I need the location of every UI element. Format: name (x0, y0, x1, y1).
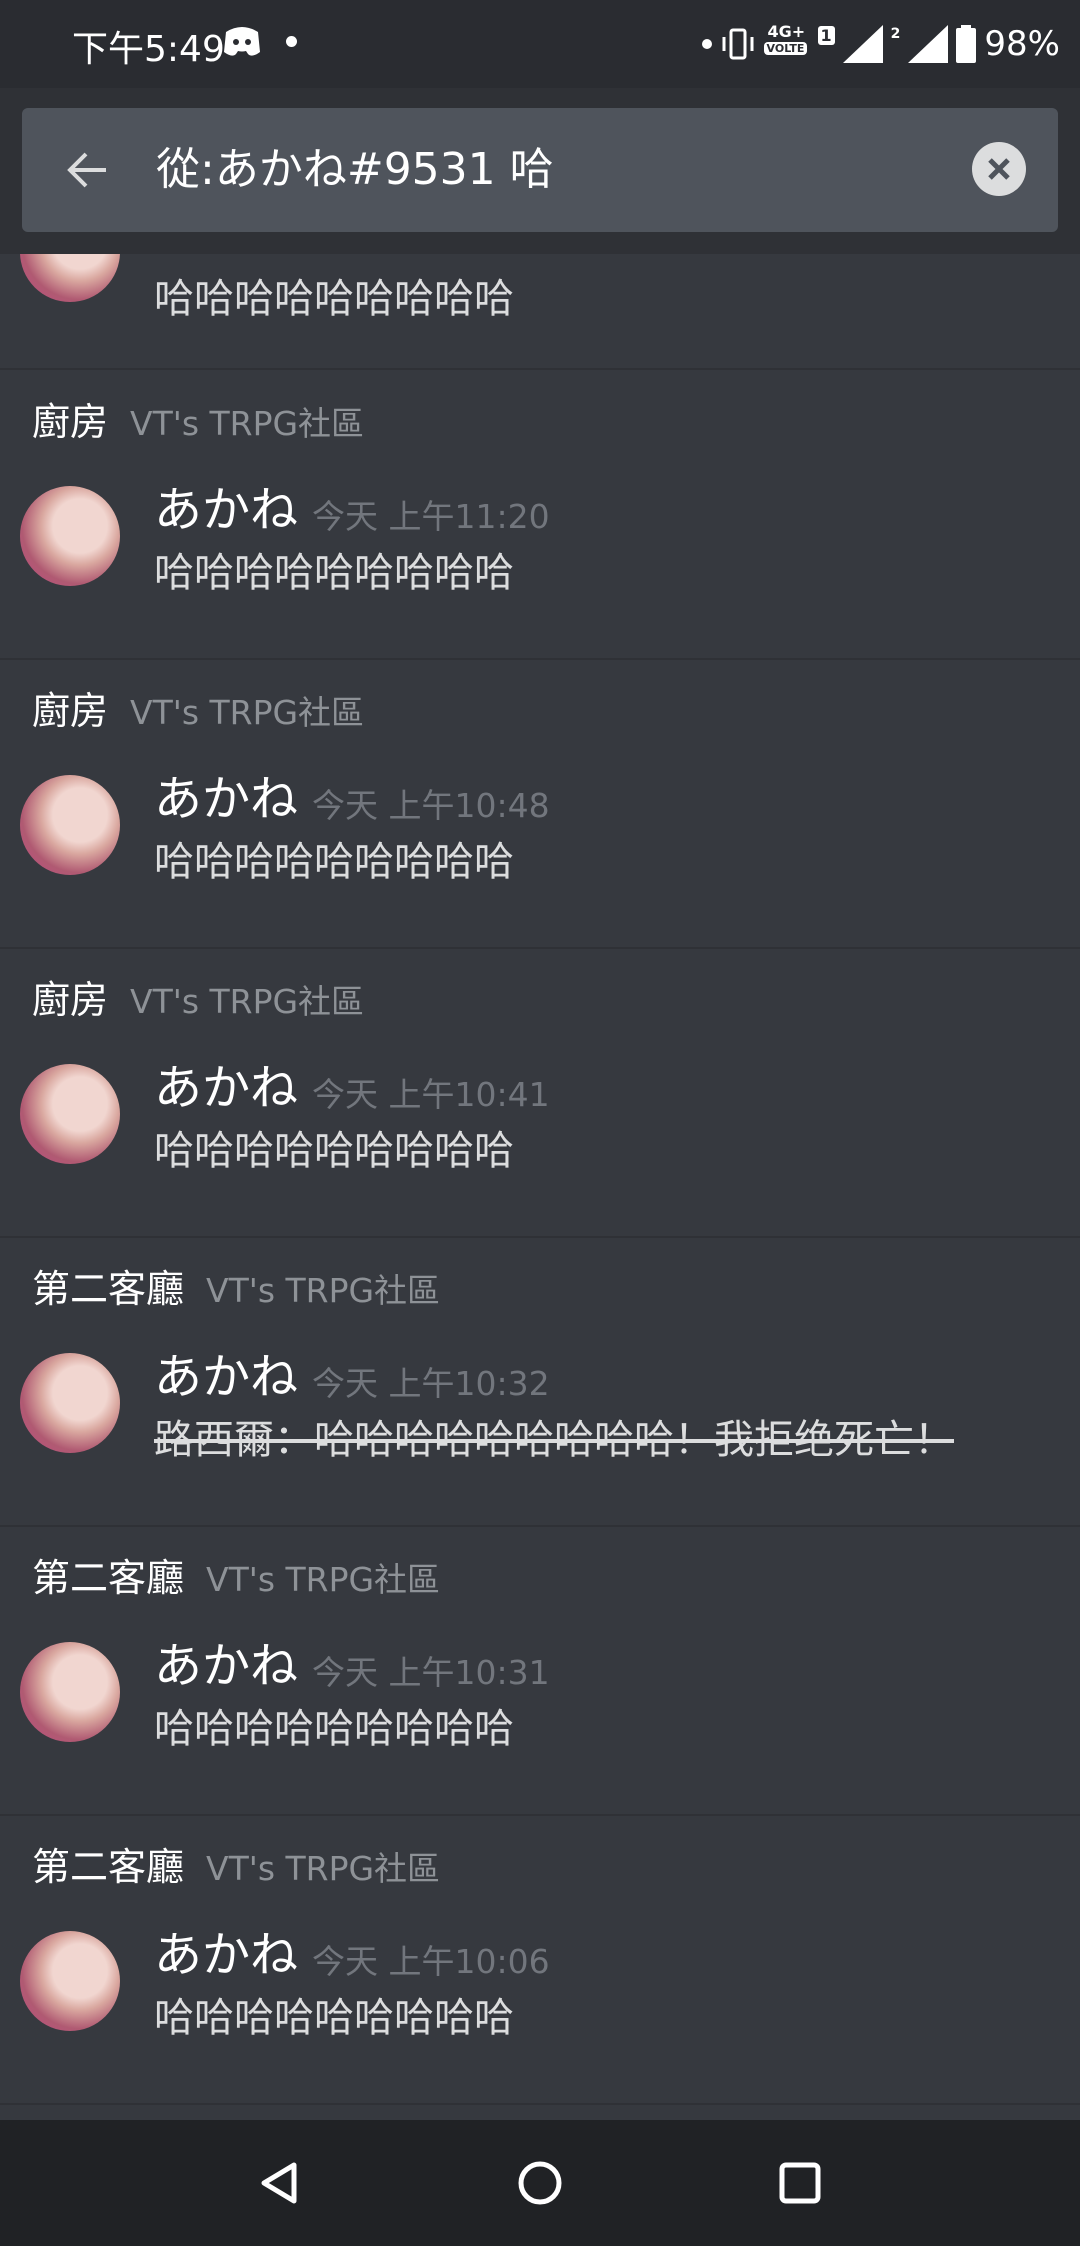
channel-name[interactable]: 第二客廳 (32, 1837, 184, 1897)
avatar[interactable] (20, 1353, 120, 1453)
server-name: VT's TRPG社區 (206, 1271, 441, 1310)
avatar[interactable] (20, 1642, 120, 1742)
author-name[interactable]: あかね (154, 1048, 298, 1118)
status-indicators: 4G+ VOLTE 1 2 98% (701, 18, 1060, 70)
status-time: 下午5:49 (72, 29, 225, 70)
sim2-label: 2 (890, 26, 901, 42)
channel-name[interactable]: 第二客廳 (32, 1548, 184, 1608)
vibrate-icon (722, 28, 754, 60)
message-timestamp: 今天 上午10:31 (312, 1653, 550, 1692)
channel-name[interactable]: 廚房 (32, 392, 108, 452)
close-icon (988, 158, 1010, 180)
message-content: 哈哈哈哈哈哈哈哈哈 (154, 1128, 514, 1174)
author-name[interactable]: あかね (154, 470, 298, 540)
search-result[interactable]: 廚房 VT's TRPG社區 あかね 今天 上午10:48 哈哈哈哈哈哈哈哈哈 (0, 659, 1080, 949)
signal-icon (908, 25, 949, 63)
sim1-badge: 1 (817, 25, 835, 45)
message-content: 哈哈哈哈哈哈哈哈哈 (154, 1995, 514, 2041)
server-name: VT's TRPG社區 (130, 404, 365, 443)
result-header: 第二客廳 VT's TRPG社區 (32, 1548, 440, 1608)
search-result[interactable]: 哈哈哈哈哈哈哈哈哈 (0, 254, 1080, 370)
discord-icon (224, 27, 260, 56)
circle-home-icon[interactable] (512, 2155, 568, 2211)
notification-dot-icon (701, 39, 712, 49)
search-results-list[interactable]: 哈哈哈哈哈哈哈哈哈 廚房 VT's TRPG社區 あかね 今天 上午11:20 … (0, 254, 1080, 2120)
server-name: VT's TRPG社區 (206, 1560, 441, 1599)
channel-name[interactable]: 廚房 (32, 970, 108, 1030)
square-recents-icon[interactable] (772, 2155, 828, 2211)
search-result[interactable]: 廚房 VT's TRPG社區 あかね 今天 上午11:20 哈哈哈哈哈哈哈哈哈 (0, 370, 1080, 660)
server-name: VT's TRPG社區 (130, 982, 365, 1021)
server-name: VT's TRPG社區 (130, 693, 365, 732)
avatar[interactable] (20, 254, 120, 302)
avatar[interactable] (20, 1064, 120, 1164)
avatar[interactable] (20, 486, 120, 586)
message-content: 路西爾：哈哈哈哈哈哈哈哈哈！我拒绝死亡！ (154, 1417, 954, 1463)
result-header: 第二客廳 VT's TRPG社區 (32, 1259, 440, 1319)
triangle-back-icon[interactable] (252, 2155, 308, 2211)
system-navigation-bar (0, 2120, 1080, 2246)
message-timestamp: 今天 上午10:06 (312, 1942, 550, 1981)
search-result[interactable]: 第二客廳 VT's TRPG社區 あかね 今天 上午10:06 哈哈哈哈哈哈哈哈… (0, 1815, 1080, 2105)
result-header: 第二客廳 VT's TRPG社區 (32, 1837, 440, 1897)
message-content: 哈哈哈哈哈哈哈哈哈 (154, 276, 514, 322)
avatar[interactable] (20, 1931, 120, 2031)
result-header: 廚房 VT's TRPG社區 (32, 970, 364, 1030)
battery-icon (956, 25, 977, 63)
channel-name[interactable]: 第二客廳 (32, 1259, 184, 1319)
battery-percent: 98% (984, 24, 1060, 64)
server-name: VT's TRPG社區 (206, 1849, 441, 1888)
notification-dot-icon (286, 36, 297, 47)
message-timestamp: 今天 上午10:41 (312, 1075, 550, 1114)
lte-indicator: 4G+ VOLTE (763, 22, 810, 66)
message-content: 哈哈哈哈哈哈哈哈哈 (154, 550, 514, 596)
clear-search-button[interactable] (972, 142, 1026, 196)
message-timestamp: 今天 上午10:32 (312, 1364, 550, 1403)
message-content: 哈哈哈哈哈哈哈哈哈 (154, 1706, 514, 1752)
message-timestamp: 今天 上午11:20 (312, 497, 550, 536)
message-content: 哈哈哈哈哈哈哈哈哈 (154, 839, 514, 885)
search-result[interactable]: 第二客廳 VT's TRPG社區 あかね 今天 上午10:32 路西爾：哈哈哈哈… (0, 1237, 1080, 1527)
arrow-left-icon[interactable] (60, 142, 116, 198)
author-name[interactable]: あかね (154, 1626, 298, 1696)
channel-name[interactable]: 廚房 (32, 681, 108, 741)
search-result[interactable]: 第二客廳 VT's TRPG社區 あかね 今天 上午10:31 哈哈哈哈哈哈哈哈… (0, 1526, 1080, 1816)
search-input[interactable]: 從:あかね#9531 哈 (156, 108, 554, 232)
result-header: 廚房 VT's TRPG社區 (32, 392, 364, 452)
signal-icon (842, 25, 883, 63)
search-header: 從:あかね#9531 哈 (0, 88, 1080, 254)
search-bar[interactable]: 從:あかね#9531 哈 (22, 108, 1058, 232)
result-header: 廚房 VT's TRPG社區 (32, 681, 364, 741)
search-result[interactable]: 廚房 VT's TRPG社區 あかね 今天 上午10:41 哈哈哈哈哈哈哈哈哈 (0, 948, 1080, 1238)
message-timestamp: 今天 上午10:48 (312, 786, 550, 825)
avatar[interactable] (20, 775, 120, 875)
author-name[interactable]: あかね (154, 1337, 298, 1407)
author-name[interactable]: あかね (154, 1915, 298, 1985)
status-bar: 下午5:49 4G+ VOLTE 1 2 98% (0, 0, 1080, 88)
author-name[interactable]: あかね (154, 759, 298, 829)
